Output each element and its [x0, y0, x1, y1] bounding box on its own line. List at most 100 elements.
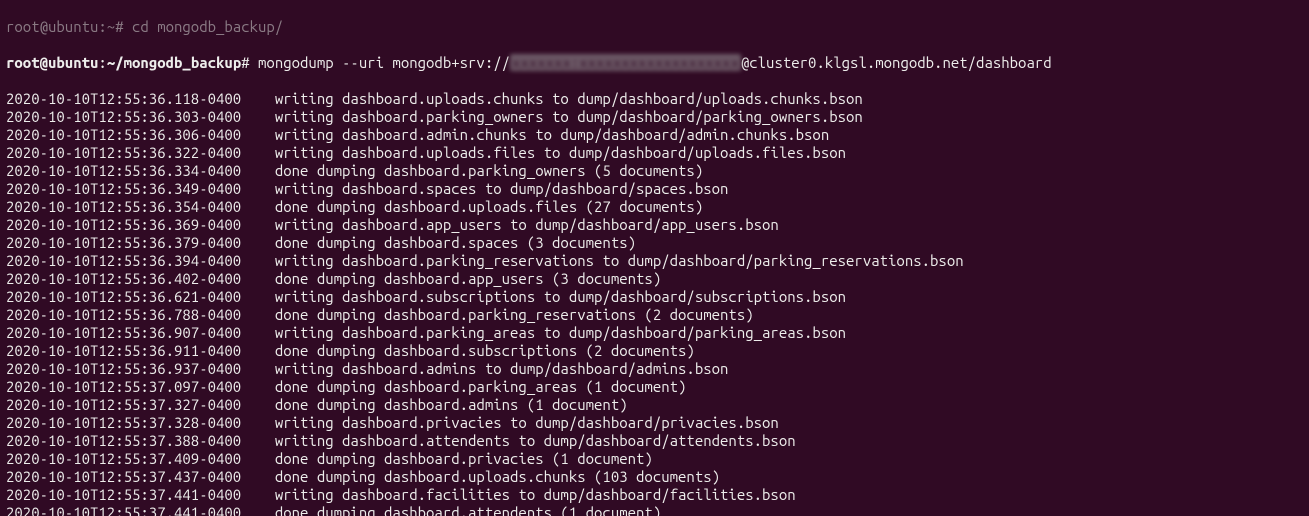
log-message: writing dashboard.admin.chunks to dump/d…	[275, 126, 829, 143]
log-timestamp: 2020-10-10T12:55:36.369-0400	[6, 216, 241, 233]
log-line: 2020-10-10T12:55:36.394-0400 writing das…	[6, 252, 1303, 270]
log-line: 2020-10-10T12:55:37.328-0400 writing das…	[6, 414, 1303, 432]
log-timestamp: 2020-10-10T12:55:36.788-0400	[6, 306, 241, 323]
log-gap	[241, 90, 275, 107]
log-line: 2020-10-10T12:55:36.322-0400 writing das…	[6, 144, 1303, 162]
log-gap	[241, 288, 275, 305]
log-line: 2020-10-10T12:55:37.441-0400 done dumpin…	[6, 504, 1303, 516]
log-gap	[241, 468, 275, 485]
log-gap	[241, 504, 275, 516]
log-line: 2020-10-10T12:55:36.911-0400 done dumpin…	[6, 342, 1303, 360]
log-gap	[241, 432, 275, 449]
log-message: done dumping dashboard.uploads.files (27…	[275, 198, 703, 215]
log-line: 2020-10-10T12:55:37.327-0400 done dumpin…	[6, 396, 1303, 414]
log-line: 2020-10-10T12:55:36.937-0400 writing das…	[6, 360, 1303, 378]
log-gap	[241, 360, 275, 377]
log-line: 2020-10-10T12:55:37.388-0400 writing das…	[6, 432, 1303, 450]
output-log: 2020-10-10T12:55:36.118-0400 writing das…	[6, 90, 1303, 516]
log-message: writing dashboard.privacies to dump/dash…	[275, 414, 779, 431]
log-timestamp: 2020-10-10T12:55:37.097-0400	[6, 378, 241, 395]
log-line: 2020-10-10T12:55:36.354-0400 done dumpin…	[6, 198, 1303, 216]
log-gap	[241, 324, 275, 341]
log-gap	[241, 342, 275, 359]
log-message: writing dashboard.uploads.files to dump/…	[275, 144, 846, 161]
log-timestamp: 2020-10-10T12:55:37.437-0400	[6, 468, 241, 485]
log-timestamp: 2020-10-10T12:55:36.379-0400	[6, 234, 241, 251]
log-timestamp: 2020-10-10T12:55:36.907-0400	[6, 324, 241, 341]
log-line: 2020-10-10T12:55:37.409-0400 done dumpin…	[6, 450, 1303, 468]
command-line: root@ubuntu:~/mongodb_backup# mongodump …	[6, 54, 1303, 72]
log-message: done dumping dashboard.parking_reservati…	[275, 306, 754, 323]
log-message: writing dashboard.app_users to dump/dash…	[275, 216, 779, 233]
log-message: writing dashboard.facilities to dump/das…	[275, 486, 796, 503]
log-message: writing dashboard.parking_areas to dump/…	[275, 324, 846, 341]
log-line: 2020-10-10T12:55:37.441-0400 writing das…	[6, 486, 1303, 504]
log-message: done dumping dashboard.spaces (3 documen…	[275, 234, 636, 251]
log-timestamp: 2020-10-10T12:55:36.937-0400	[6, 360, 241, 377]
log-gap	[241, 162, 275, 179]
command-suffix: @cluster0.klgsl.mongodb.net/dashboard	[741, 54, 1052, 71]
prompt-end: #	[241, 54, 258, 71]
log-timestamp: 2020-10-10T12:55:36.334-0400	[6, 162, 241, 179]
log-line: 2020-10-10T12:55:37.437-0400 done dumpin…	[6, 468, 1303, 486]
prompt-path: ~/mongodb_backup	[107, 54, 241, 71]
log-message: done dumping dashboard.admins (1 documen…	[275, 396, 628, 413]
log-timestamp: 2020-10-10T12:55:37.388-0400	[6, 432, 241, 449]
log-timestamp: 2020-10-10T12:55:36.911-0400	[6, 342, 241, 359]
command-prefix: mongodump --uri mongodb+srv://	[258, 54, 510, 71]
log-gap	[241, 414, 275, 431]
log-message: writing dashboard.admins to dump/dashboa…	[275, 360, 729, 377]
log-line: 2020-10-10T12:55:36.349-0400 writing das…	[6, 180, 1303, 198]
log-gap	[241, 234, 275, 251]
log-line: 2020-10-10T12:55:36.402-0400 done dumpin…	[6, 270, 1303, 288]
log-message: done dumping dashboard.parking_areas (1 …	[275, 378, 687, 395]
log-message: writing dashboard.subscriptions to dump/…	[275, 288, 846, 305]
previous-command-faded: root@ubuntu:~# cd mongodb_backup/	[6, 18, 1303, 36]
log-gap	[241, 198, 275, 215]
log-message: done dumping dashboard.app_users (3 docu…	[275, 270, 661, 287]
log-gap	[241, 450, 275, 467]
log-timestamp: 2020-10-10T12:55:36.621-0400	[6, 288, 241, 305]
log-message: writing dashboard.parking_reservations t…	[275, 252, 964, 269]
log-timestamp: 2020-10-10T12:55:37.441-0400	[6, 504, 241, 516]
log-timestamp: 2020-10-10T12:55:36.354-0400	[6, 198, 241, 215]
log-timestamp: 2020-10-10T12:55:36.322-0400	[6, 144, 241, 161]
log-message: done dumping dashboard.attendents (1 doc…	[275, 504, 661, 516]
log-line: 2020-10-10T12:55:36.334-0400 done dumpin…	[6, 162, 1303, 180]
log-timestamp: 2020-10-10T12:55:37.327-0400	[6, 396, 241, 413]
log-message: writing dashboard.spaces to dump/dashboa…	[275, 180, 729, 197]
log-gap	[241, 378, 275, 395]
log-timestamp: 2020-10-10T12:55:36.349-0400	[6, 180, 241, 197]
log-message: done dumping dashboard.privacies (1 docu…	[275, 450, 653, 467]
log-gap	[241, 252, 275, 269]
log-timestamp: 2020-10-10T12:55:36.303-0400	[6, 108, 241, 125]
log-line: 2020-10-10T12:55:36.379-0400 done dumpin…	[6, 234, 1303, 252]
log-line: 2020-10-10T12:55:36.369-0400 writing das…	[6, 216, 1303, 234]
log-message: writing dashboard.attendents to dump/das…	[275, 432, 796, 449]
log-line: 2020-10-10T12:55:36.907-0400 writing das…	[6, 324, 1303, 342]
log-line: 2020-10-10T12:55:36.788-0400 done dumpin…	[6, 306, 1303, 324]
log-timestamp: 2020-10-10T12:55:36.118-0400	[6, 90, 241, 107]
log-timestamp: 2020-10-10T12:55:37.328-0400	[6, 414, 241, 431]
log-line: 2020-10-10T12:55:36.118-0400 writing das…	[6, 90, 1303, 108]
credentials-blurred: xxxxxxx:xxxxxxxxxxxxxxxxxxx	[510, 54, 741, 71]
log-timestamp: 2020-10-10T12:55:36.394-0400	[6, 252, 241, 269]
log-gap	[241, 108, 275, 125]
log-gap	[241, 306, 275, 323]
prompt-user: root@ubuntu	[6, 54, 98, 71]
log-gap	[241, 216, 275, 233]
prompt-colon: :	[98, 54, 106, 71]
log-line: 2020-10-10T12:55:36.303-0400 writing das…	[6, 108, 1303, 126]
log-gap	[241, 270, 275, 287]
log-gap	[241, 486, 275, 503]
log-timestamp: 2020-10-10T12:55:36.306-0400	[6, 126, 241, 143]
log-message: done dumping dashboard.subscriptions (2 …	[275, 342, 695, 359]
log-line: 2020-10-10T12:55:36.621-0400 writing das…	[6, 288, 1303, 306]
terminal[interactable]: root@ubuntu:~# cd mongodb_backup/ root@u…	[0, 0, 1309, 516]
log-line: 2020-10-10T12:55:36.306-0400 writing das…	[6, 126, 1303, 144]
log-message: writing dashboard.uploads.chunks to dump…	[275, 90, 863, 107]
log-message: writing dashboard.parking_owners to dump…	[275, 108, 863, 125]
log-gap	[241, 396, 275, 413]
log-gap	[241, 144, 275, 161]
log-line: 2020-10-10T12:55:37.097-0400 done dumpin…	[6, 378, 1303, 396]
